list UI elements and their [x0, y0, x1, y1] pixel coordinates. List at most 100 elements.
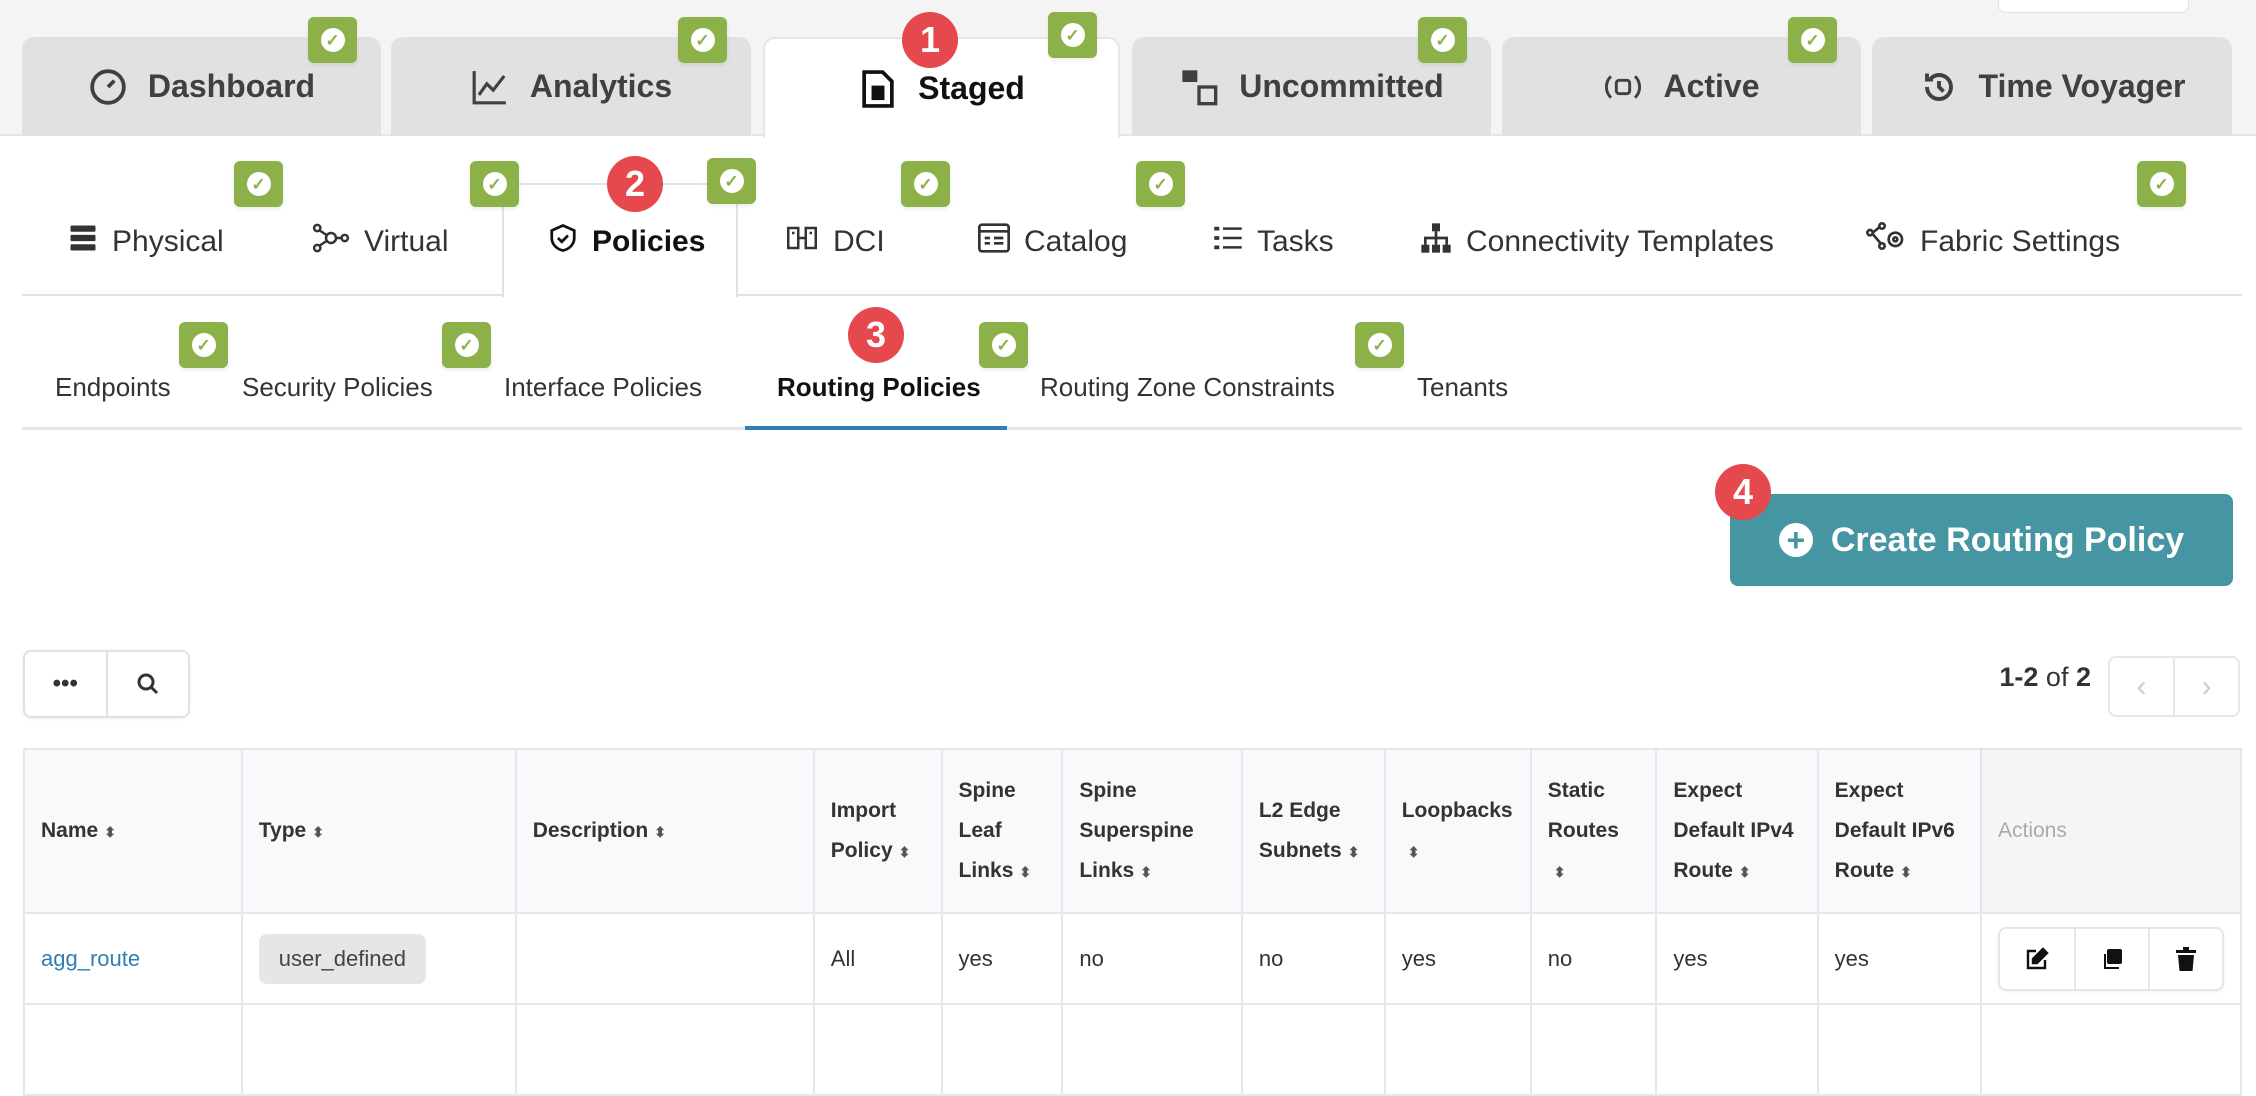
type-badge: user_defined — [258, 933, 426, 984]
create-routing-policy-button[interactable]: + Create Routing Policy — [1730, 494, 2233, 586]
status-badge: ✓ — [1355, 322, 1404, 368]
spine-leaf-cell: yes — [940, 912, 1064, 1005]
clone-button[interactable] — [2074, 928, 2148, 989]
more-options-button[interactable]: ••• — [25, 652, 106, 716]
check-icon: ✓ — [719, 169, 744, 193]
column-header-expect-default-ipv4[interactable]: Expect Default IPv4 Route ⬍ — [1655, 748, 1819, 914]
loopbacks-cell: yes — [1383, 912, 1532, 1005]
check-icon: ✓ — [2149, 172, 2174, 196]
column-header-spine-superspine-links[interactable]: Spine Superspine Links ⬍ — [1061, 748, 1243, 914]
dashboard-gauge-icon — [88, 67, 128, 107]
datacenter-icon — [785, 223, 819, 261]
column-header-spine-leaf-links[interactable]: Spine Leaf Links ⬍ — [940, 748, 1064, 914]
status-badge: ✓ — [179, 322, 228, 368]
status-badge: ✓ — [470, 161, 519, 207]
tab-label: Physical — [112, 225, 224, 258]
divider — [22, 427, 2242, 430]
sort-icon: ⬍ — [1900, 863, 1912, 880]
page-range: 1-2 — [1999, 662, 2039, 692]
tab-label: Connectivity Templates — [1466, 225, 1774, 258]
tab-physical[interactable]: Physical — [68, 212, 224, 272]
server-stack-icon — [68, 223, 98, 261]
tab-connectivity-templates[interactable]: Connectivity Templates — [1420, 212, 1774, 272]
tab-label: Policies — [592, 225, 706, 258]
check-icon: ✓ — [191, 333, 216, 357]
trash-icon — [2176, 946, 2196, 971]
sort-icon: ⬍ — [1140, 863, 1152, 880]
subtab-interface-policies[interactable]: Interface Policies — [504, 372, 702, 403]
column-header-static-routes[interactable]: Static Routes ⬍ — [1529, 748, 1658, 914]
table-toolbar: ••• — [23, 650, 190, 718]
tab-label: Time Voyager — [1978, 68, 2186, 104]
history-icon — [1919, 67, 1959, 107]
check-icon: ✓ — [1060, 23, 1085, 47]
tab-fabric-settings[interactable]: Fabric Settings — [1866, 212, 2120, 272]
edit-icon — [2026, 946, 2049, 969]
header-label: Name — [41, 818, 99, 842]
policy-name-link[interactable]: agg_route — [41, 946, 140, 971]
static-routes-cell: no — [1529, 912, 1658, 1005]
sort-icon: ⬍ — [1553, 863, 1566, 880]
tab-label: Tasks — [1257, 225, 1334, 258]
step-marker-1: 1 — [902, 12, 958, 68]
tab-label: Virtual — [364, 225, 449, 258]
sort-icon: ⬍ — [1738, 863, 1751, 880]
tab-tasks[interactable]: Tasks — [1213, 212, 1334, 272]
subtab-tenants[interactable]: Tenants — [1417, 372, 1508, 403]
check-icon: ✓ — [1148, 172, 1173, 196]
tab-label: Dashboard — [147, 68, 316, 104]
prev-page-button[interactable]: ‹ — [2110, 658, 2173, 715]
of-label: of — [2045, 662, 2069, 692]
column-header-import-policy[interactable]: Import Policy ⬍ — [812, 748, 943, 914]
ipv4-cell: yes — [1655, 912, 1819, 1005]
fabric-gear-icon — [1866, 222, 1906, 262]
column-header-expect-default-ipv6[interactable]: Expect Default IPv6 Route ⬍ — [1816, 748, 1983, 914]
check-icon: ✓ — [246, 172, 271, 196]
column-header-l2-edge-subnets[interactable]: L2 Edge Subnets ⬍ — [1240, 748, 1386, 914]
column-header-loopbacks[interactable]: Loopbacks ⬍ — [1383, 748, 1532, 914]
tab-catalog[interactable]: Catalog — [978, 212, 1127, 272]
uncommitted-boxes-icon — [1179, 67, 1219, 107]
column-header-description[interactable]: Description ⬍ — [514, 748, 815, 914]
description-cell — [514, 912, 815, 1005]
header-label: Spine Superspine Links — [1079, 778, 1194, 882]
delete-button[interactable] — [2148, 928, 2222, 989]
edit-button[interactable] — [2000, 929, 2074, 989]
tab-virtual[interactable]: Virtual — [312, 212, 449, 272]
tab-time-voyager[interactable]: Time Voyager — [1872, 37, 2232, 136]
status-badge: ✓ — [901, 161, 950, 207]
ipv6-cell: yes — [1816, 912, 1983, 1005]
check-icon: ✓ — [913, 172, 938, 196]
search-icon — [137, 673, 158, 695]
subtab-security-policies[interactable]: Security Policies — [242, 372, 433, 403]
status-badge: ✓ — [1048, 12, 1097, 58]
check-icon: ✓ — [991, 333, 1016, 357]
check-icon: ✓ — [454, 333, 479, 357]
column-header-name[interactable]: Name ⬍ — [23, 748, 243, 914]
tab-label: Fabric Settings — [1920, 225, 2121, 258]
next-page-button[interactable]: › — [2173, 658, 2238, 715]
subtab-routing-policies[interactable]: Routing Policies — [777, 372, 981, 403]
table-row — [23, 1003, 2242, 1096]
tab-dci[interactable]: DCI — [785, 212, 885, 272]
header-label: Loopbacks — [1401, 798, 1513, 822]
shield-check-icon — [548, 223, 578, 261]
top-right-control[interactable] — [1998, 0, 2189, 13]
subtab-endpoints[interactable]: Endpoints — [55, 372, 171, 403]
check-icon: ✓ — [1430, 28, 1455, 52]
status-badge: ✓ — [2137, 161, 2186, 207]
header-label: Static Routes — [1547, 778, 1619, 842]
tab-policies[interactable]: Policies — [548, 212, 705, 272]
status-badge: ✓ — [678, 17, 727, 63]
column-header-type[interactable]: Type ⬍ — [240, 748, 517, 914]
header-label: Expect Default IPv6 Route — [1834, 778, 1955, 882]
subtab-routing-zone-constraints[interactable]: Routing Zone Constraints — [1040, 372, 1335, 403]
active-tab-indicator — [745, 426, 1007, 430]
tab-label: Staged — [918, 70, 1025, 106]
search-button[interactable] — [105, 652, 189, 716]
tab-label: Uncommitted — [1239, 68, 1444, 104]
status-badge: ✓ — [707, 158, 756, 204]
sort-icon: ⬍ — [1019, 863, 1032, 880]
step-marker-3: 3 — [848, 307, 904, 363]
pagination-summary: 1-2 of 2 — [1999, 662, 2091, 693]
